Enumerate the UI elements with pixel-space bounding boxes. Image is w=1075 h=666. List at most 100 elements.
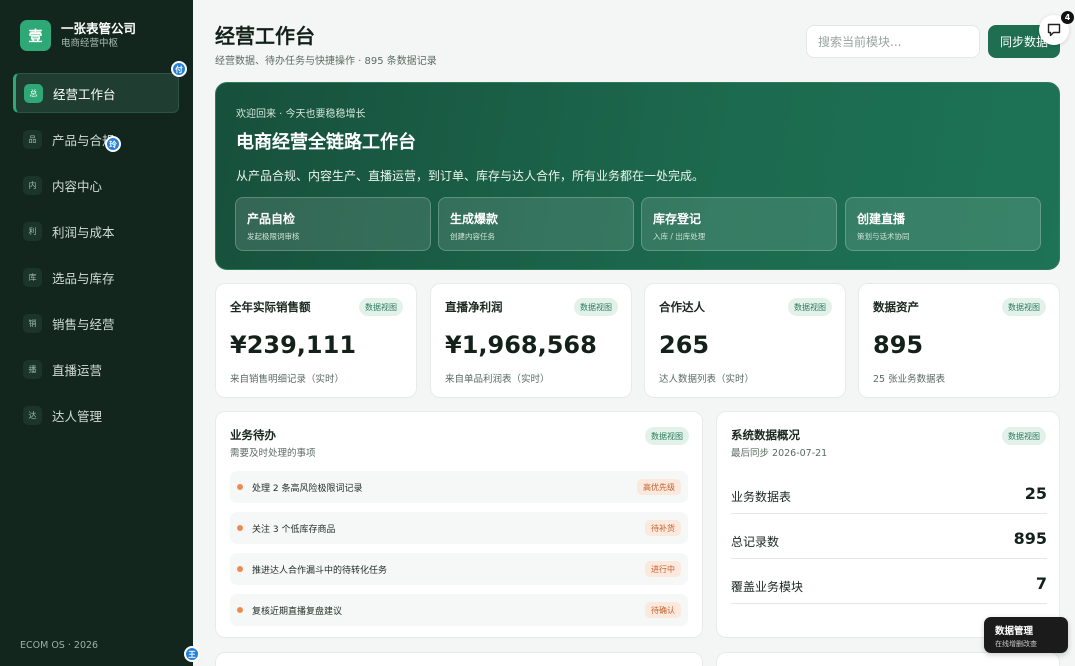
sidebar-nav: 总 经营工作台 品 产品与合规 内 内容中心 利 利润与成本 库 选品与库存 销…: [13, 73, 179, 441]
data-view-tag[interactable]: 数据视图: [1002, 298, 1046, 316]
sidebar-item-dashboard[interactable]: 总 经营工作台: [13, 73, 179, 113]
sidebar: 壹 一张表管公司 电商经营中枢 总 经营工作台 品 产品与合规 内 内容中心 利…: [0, 0, 193, 666]
quick-action-product-check[interactable]: 产品自检 发起极限词审核: [235, 197, 431, 251]
sidebar-item-label: 达人管理: [52, 408, 103, 424]
page-subtitle: 经营数据、待办任务与快捷操作 · 895 条数据记录: [215, 56, 437, 67]
hero-eyebrow: 欢迎回来 · 今天也要稳稳增长: [236, 109, 366, 120]
todo-text: 复核近期直播复盘建议: [252, 606, 343, 617]
quick-action-subtitle: 创建内容任务: [450, 232, 495, 241]
quick-action-subtitle: 发起极限词审核: [247, 232, 300, 241]
status-dot: [237, 525, 243, 531]
sidebar-item-label: 销售与经营: [52, 316, 115, 332]
stat-label: 数据资产: [873, 300, 919, 314]
overview-label: 总记录数: [731, 535, 780, 549]
floating-card-subtitle: 在线增删改查: [995, 640, 1037, 648]
data-view-tag[interactable]: 数据视图: [1002, 427, 1046, 445]
status-dot: [237, 607, 243, 613]
stat-note: 25 张业务数据表: [873, 374, 946, 385]
stat-card-data-assets[interactable]: 数据资产 数据视图 895 25 张业务数据表: [858, 283, 1060, 398]
data-view-tag[interactable]: 数据视图: [359, 298, 403, 316]
welcome-hero: 欢迎回来 · 今天也要稳稳增长 电商经营全链路工作台 从产品合规、内容生产、直播…: [215, 82, 1060, 270]
sidebar-item-live[interactable]: 播 直播运营: [13, 349, 179, 389]
stat-value: ¥239,111: [230, 331, 357, 359]
todo-text: 关注 3 个低库存商品: [252, 524, 336, 535]
todo-item[interactable]: 推进达人合作漏斗中的待转化任务 进行中: [230, 553, 688, 585]
status-badge: 待补货: [645, 520, 681, 536]
sidebar-item-sales[interactable]: 销 销售与经营: [13, 303, 179, 343]
stat-value: 895: [873, 331, 924, 359]
quick-action-create-live[interactable]: 创建直播 策划与话术协同: [845, 197, 1041, 251]
brand-logo: 壹: [20, 20, 51, 51]
panel-title: 系统数据概况: [731, 428, 800, 442]
data-view-tag[interactable]: 数据视图: [788, 298, 832, 316]
todo-item[interactable]: 处理 2 条高风险极限词记录 高优先级: [230, 471, 688, 503]
overview-value: 895: [1013, 529, 1047, 548]
todo-text: 处理 2 条高风险极限词记录: [252, 483, 363, 494]
status-dot: [237, 484, 243, 490]
sidebar-item-content[interactable]: 内 内容中心: [13, 165, 179, 205]
sidebar-item-label: 直播运营: [52, 362, 103, 378]
quick-action-title: 生成爆款: [450, 212, 499, 226]
quick-action-title: 库存登记: [653, 212, 702, 226]
brand[interactable]: 壹 一张表管公司 电商经营中枢: [20, 20, 136, 51]
bottom-panel-left: [215, 652, 703, 666]
stat-label: 全年实际销售额: [230, 300, 311, 314]
todo-item[interactable]: 复核近期直播复盘建议 待确认: [230, 594, 688, 626]
profit-icon: 利: [23, 221, 42, 241]
sidebar-item-inventory[interactable]: 库 选品与库存: [13, 257, 179, 297]
notification-count-badge: 4: [1061, 11, 1074, 24]
quick-action-generate-content[interactable]: 生成爆款 创建内容任务: [438, 197, 634, 251]
status-badge: 待确认: [645, 602, 681, 618]
content-icon: 内: [23, 175, 42, 195]
brand-subtitle: 电商经营中枢: [61, 37, 119, 49]
sidebar-item-label: 内容中心: [52, 178, 103, 194]
sidebar-item-influencers[interactable]: 达 达人管理: [13, 395, 179, 435]
sidebar-item-label: 选品与库存: [52, 270, 115, 286]
collaborator-avatar-pin[interactable]: 王: [184, 646, 200, 662]
brand-name: 一张表管公司: [61, 20, 137, 36]
sidebar-footer: ECOM OS · 2026: [20, 640, 99, 651]
quick-action-inventory-entry[interactable]: 库存登记 入库 / 出库处理: [641, 197, 837, 251]
stat-value: ¥1,968,568: [445, 331, 597, 359]
status-badge: 高优先级: [637, 479, 681, 495]
sidebar-item-profit[interactable]: 利 利润与成本: [13, 211, 179, 251]
stat-card-live-profit[interactable]: 直播净利润 数据视图 ¥1,968,568 来自单品利润表（实时）: [430, 283, 632, 398]
panel-title: 业务待办: [230, 428, 276, 442]
inventory-icon: 库: [23, 267, 42, 287]
stat-card-influencers[interactable]: 合作达人 数据视图 265 达人数据列表（实时）: [644, 283, 846, 398]
stat-note: 来自销售明细记录（实时）: [230, 374, 345, 385]
overview-value: 7: [1035, 574, 1047, 593]
system-overview-panel: 系统数据概况 最后同步 2026-07-21 数据视图 业务数据表 25 总记录…: [716, 411, 1060, 638]
todo-item[interactable]: 关注 3 个低库存商品 待补货: [230, 512, 688, 544]
hero-description: 从产品合规、内容生产、直播运营，到订单、库存与达人合作，所有业务都在一处完成。: [236, 169, 705, 183]
stat-card-annual-sales[interactable]: 全年实际销售额 数据视图 ¥239,111 来自销售明细记录（实时）: [215, 283, 417, 398]
live-icon: 播: [23, 359, 42, 379]
influencer-icon: 达: [23, 405, 42, 425]
overview-value: 25: [1024, 484, 1047, 503]
sidebar-item-label: 利润与成本: [52, 224, 115, 240]
quick-action-title: 产品自检: [247, 212, 296, 226]
data-management-floating-button[interactable]: 数据管理 在线增删改查: [984, 617, 1068, 653]
overview-row: 覆盖业务模块 7: [731, 559, 1047, 604]
search-input[interactable]: [806, 25, 980, 58]
collaborator-avatar-pin[interactable]: 付: [171, 61, 187, 77]
panel-subtitle: 最后同步 2026-07-21: [731, 448, 828, 459]
collaborator-avatar-pin[interactable]: 玲: [105, 136, 121, 152]
dashboard-icon: 总: [24, 83, 43, 103]
stat-label: 直播净利润: [445, 300, 503, 314]
overview-row: 总记录数 895: [731, 514, 1047, 559]
stat-note: 来自单品利润表（实时）: [445, 374, 550, 385]
quick-action-subtitle: 策划与话术协同: [857, 232, 910, 241]
data-view-tag[interactable]: 数据视图: [574, 298, 618, 316]
business-todo-panel: 业务待办 需要及时处理的事项 数据视图 处理 2 条高风险极限词记录 高优先级 …: [215, 411, 703, 638]
sidebar-item-products[interactable]: 品 产品与合规: [13, 119, 179, 159]
quick-action-subtitle: 入库 / 出库处理: [653, 232, 706, 241]
status-dot: [237, 566, 243, 572]
overview-row: 业务数据表 25: [731, 469, 1047, 514]
sidebar-item-label: 经营工作台: [53, 86, 116, 102]
overview-label: 业务数据表: [731, 490, 792, 504]
floating-card-title: 数据管理: [995, 626, 1034, 637]
hero-title: 电商经营全链路工作台: [236, 132, 416, 153]
data-view-tag[interactable]: 数据视图: [645, 427, 689, 445]
todo-text: 推进达人合作漏斗中的待转化任务: [252, 565, 388, 576]
